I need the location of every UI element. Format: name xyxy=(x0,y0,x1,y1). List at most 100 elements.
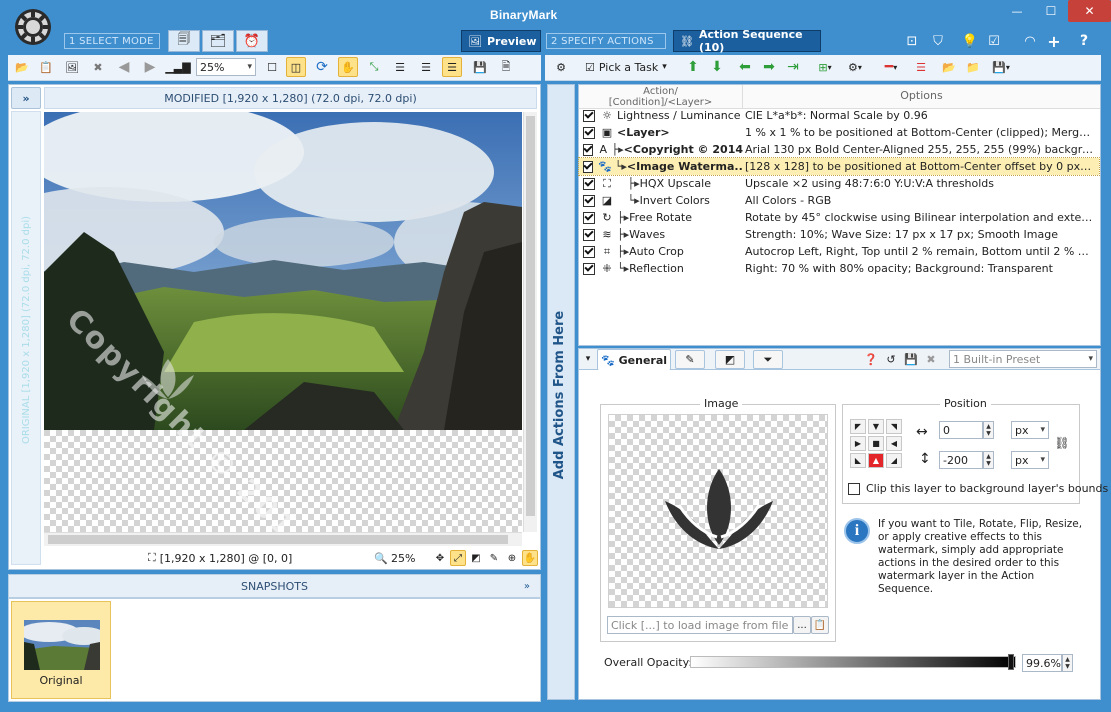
column-options[interactable]: Options xyxy=(743,85,1100,109)
save-all-button[interactable]: 🗎 xyxy=(496,57,516,77)
action-enabled-checkbox[interactable] xyxy=(583,109,595,122)
back-button[interactable]: ◀ xyxy=(114,57,134,77)
action-enabled-checkbox[interactable] xyxy=(583,228,595,241)
preset-select[interactable]: 1 Built-in Preset xyxy=(949,350,1097,368)
open-recent-button[interactable]: 📁 xyxy=(963,57,983,77)
anchor-bottom-center[interactable]: ▲ xyxy=(868,453,884,468)
move-end-button[interactable]: ⇥ xyxy=(783,57,803,77)
action-enabled-checkbox[interactable] xyxy=(583,177,595,190)
add-actions-side-tab[interactable]: Add Actions From Here xyxy=(547,84,575,700)
action-enabled-checkbox[interactable] xyxy=(583,262,595,275)
clear-list-button[interactable]: ☰ xyxy=(911,57,931,77)
watermark-image-preview[interactable] xyxy=(608,414,828,608)
mode-folder-button[interactable]: 🗂 xyxy=(202,30,234,52)
x-offset-stepper[interactable]: ▲ ▼ xyxy=(983,421,994,439)
action-row[interactable]: ⌗ ├▸ Auto Crop Autocrop Left, Right, Top un… xyxy=(579,243,1099,260)
action-sequence-tab[interactable]: ⛓ Action Sequence (10) xyxy=(673,28,821,54)
save-sequence-button[interactable]: 💾 ▾ xyxy=(987,57,1015,77)
scroll-thumb[interactable] xyxy=(526,116,535,516)
opacity-value-field[interactable]: 99.6% xyxy=(1022,654,1062,672)
tasks-button[interactable]: ☑ xyxy=(984,31,1004,51)
anchor-top-left[interactable]: ◤ xyxy=(850,419,866,434)
forward-button[interactable]: ▶ xyxy=(140,57,160,77)
action-row[interactable]: ⛶ ├▸ HQX Upscale Upscale ×2 using 48:7:6:0… xyxy=(579,175,1099,192)
action-enabled-checkbox[interactable] xyxy=(583,245,595,258)
paste-image-button[interactable]: 📋 xyxy=(811,616,829,634)
action-enabled-checkbox[interactable] xyxy=(583,194,595,207)
anchor-bottom-right[interactable]: ◢ xyxy=(886,453,902,468)
connection-button[interactable]: ◠ xyxy=(1020,31,1040,51)
move-up-button[interactable]: ⬆ xyxy=(683,57,703,77)
open-button[interactable]: 📂 xyxy=(12,57,32,77)
y-unit-select[interactable]: px xyxy=(1011,451,1049,469)
action-enabled-checkbox[interactable] xyxy=(583,211,595,224)
preview-tab[interactable]: 🖼 Preview xyxy=(461,30,541,52)
list-view-2-button[interactable]: ☰ xyxy=(416,57,436,77)
move-left-button[interactable]: ⬅ xyxy=(735,57,755,77)
pan-button[interactable]: ✋ xyxy=(338,57,358,77)
open-sequence-button[interactable]: 📂 xyxy=(939,57,959,77)
status-tool-5[interactable]: ⊕ xyxy=(504,550,520,566)
collapse-settings-button[interactable]: ▾ xyxy=(581,351,595,367)
x-unit-select[interactable]: px xyxy=(1011,421,1049,439)
split-view-button[interactable]: ◫ xyxy=(286,57,306,77)
status-tool-3[interactable]: ◩ xyxy=(468,550,484,566)
action-row[interactable]: A ├▸ <Copyright © 2014 Arial 130 px Bold Ce… xyxy=(579,141,1099,158)
opacity-slider-thumb[interactable] xyxy=(1007,654,1014,670)
anchor-middle-left[interactable]: ▶ xyxy=(850,436,866,451)
paste-button[interactable]: 📋 xyxy=(36,57,56,77)
mode-batch-button[interactable]: 🗐 xyxy=(168,30,200,52)
x-offset-field[interactable]: 0 xyxy=(939,421,983,439)
status-tool-1[interactable]: ✥ xyxy=(432,550,448,566)
action-row[interactable]: ⁜ └▸ Reflection Right: 70 % with 80% opacit… xyxy=(579,260,1099,277)
add-action-button[interactable]: ⚙ xyxy=(551,57,571,77)
clip-checkbox[interactable] xyxy=(848,482,860,495)
move-right-button[interactable]: ➡ xyxy=(759,57,779,77)
fit-button[interactable]: ⤡ xyxy=(364,57,384,77)
close-button[interactable]: ✕ xyxy=(1068,0,1111,22)
gear-menu-button[interactable]: ⚙ ▾ xyxy=(841,57,869,77)
status-tool-2[interactable]: ⤢ xyxy=(450,550,466,566)
maximize-button[interactable]: ☐ xyxy=(1034,0,1068,22)
link-units-button[interactable]: ⛓ xyxy=(1052,434,1072,452)
save-preset-button[interactable]: 💾 xyxy=(903,351,919,367)
delete-preset-button[interactable]: ✖ xyxy=(923,351,939,367)
remove-menu-button[interactable]: ━ ▾ xyxy=(875,57,907,77)
action-row[interactable]: ↻ ├▸ Free Rotate Rotate by 45° clockwise us… xyxy=(579,209,1099,226)
tab-filter[interactable]: ⏷ xyxy=(753,350,783,369)
console-button[interactable]: ⊡ xyxy=(902,31,922,51)
remove-button[interactable]: ✖ xyxy=(88,57,108,77)
status-tool-6[interactable]: ✋ xyxy=(522,550,538,566)
list-view-1-button[interactable]: ☰ xyxy=(390,57,410,77)
y-offset-field[interactable]: -200 xyxy=(939,451,983,469)
tab-general[interactable]: 🐾 General xyxy=(597,349,671,370)
snapshot-item[interactable]: Original xyxy=(11,601,111,699)
tips-button[interactable]: 💡 xyxy=(960,31,980,51)
undo-button[interactable]: ↺ xyxy=(883,351,899,367)
anchor-bottom-left[interactable]: ◣ xyxy=(850,453,866,468)
move-down-button[interactable]: ⬇ xyxy=(707,57,727,77)
histogram-button[interactable]: ▁▃▇ xyxy=(165,57,190,77)
tab-blend[interactable]: ◩ xyxy=(715,350,745,369)
anchor-center[interactable]: ■ xyxy=(868,436,884,451)
pick-task-button[interactable]: ☑ Pick a Task ▾ xyxy=(581,57,669,77)
help-menu-button[interactable]: ? xyxy=(1074,31,1094,51)
shield-button[interactable]: ⛉ xyxy=(928,31,948,51)
action-enabled-checkbox[interactable] xyxy=(583,143,593,156)
help-button[interactable]: ❓ xyxy=(863,351,879,367)
expand-original-button[interactable]: » xyxy=(11,87,41,109)
action-enabled-checkbox[interactable] xyxy=(583,126,595,139)
refresh-button[interactable]: ⟳ xyxy=(312,57,332,77)
anchor-middle-right[interactable]: ◀ xyxy=(886,436,902,451)
opacity-slider[interactable] xyxy=(690,654,1016,670)
action-row[interactable]: ▣ <Layer> 1 % x 1 % to be positioned at Bo… xyxy=(579,124,1099,141)
clip-checkbox-row[interactable]: Clip this layer to background layer's bo… xyxy=(848,482,1108,495)
horizontal-scrollbar[interactable] xyxy=(44,532,522,546)
tab-color[interactable]: ✎ xyxy=(675,350,705,369)
picture-button[interactable]: 🖼 xyxy=(62,57,82,77)
zoom-select[interactable]: 25% xyxy=(196,58,256,76)
single-view-button[interactable]: ☐ xyxy=(262,57,282,77)
action-row[interactable]: ◪ └▸ Invert Colors All Colors - RGB xyxy=(579,192,1099,209)
browse-image-button[interactable]: ... xyxy=(793,616,811,634)
status-tool-4[interactable]: ✎ xyxy=(486,550,502,566)
